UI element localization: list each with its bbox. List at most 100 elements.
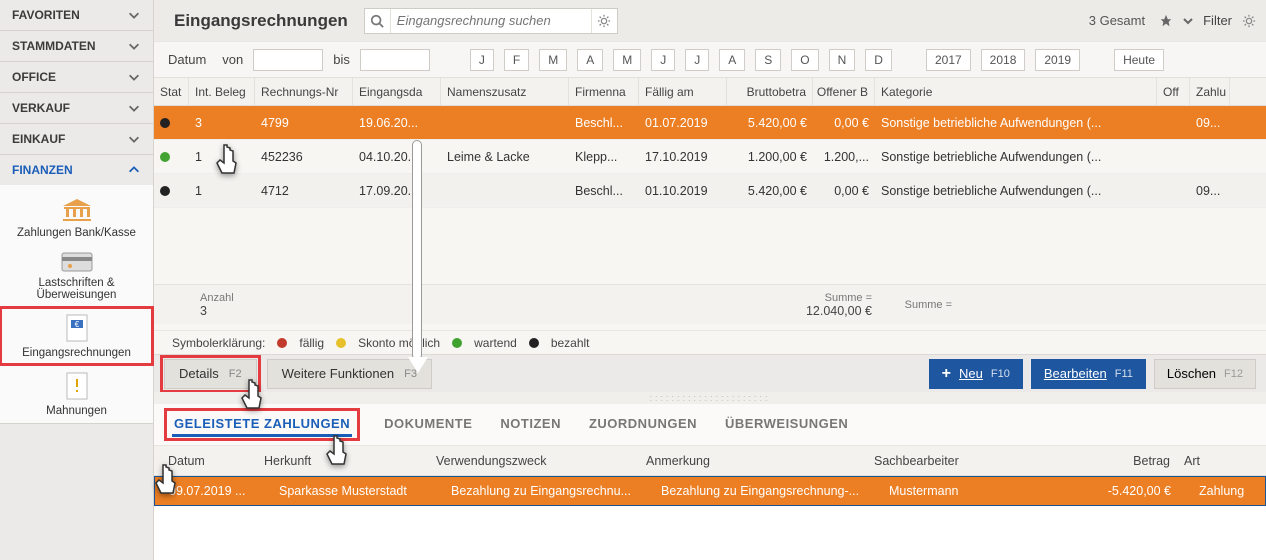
chevron-down-icon	[127, 101, 141, 115]
filter-settings-button[interactable]	[1242, 14, 1256, 28]
sidebar-group-verkauf[interactable]: VERKAUF	[0, 93, 153, 123]
filter-chevron[interactable]	[1183, 16, 1193, 26]
payment-row[interactable]: 09.07.2019 ... Sparkasse Musterstadt Bez…	[154, 476, 1266, 506]
tab-ueberweisungen[interactable]: ÜBERWEISUNGEN	[723, 416, 850, 434]
grid-row[interactable]: 1 452236 04.10.20... Leime & Lacke Klepp…	[154, 140, 1266, 174]
cell-brutto: 1.200,00 €	[727, 140, 813, 173]
cell-eing: 17.09.20...	[353, 174, 441, 207]
grid-body: 3 4799 19.06.20... Beschl... 01.07.2019 …	[154, 106, 1266, 330]
sidebar-item-label: Mahnungen	[46, 405, 107, 417]
col-int-beleg[interactable]: Int. Beleg	[189, 78, 255, 105]
cell-eing: 19.06.20...	[353, 106, 441, 139]
col-bruttobetrag[interactable]: Bruttobetra	[727, 78, 813, 105]
month-jun[interactable]: J	[651, 49, 675, 71]
plus-icon: +	[942, 365, 951, 383]
search-input[interactable]	[391, 13, 591, 28]
col-firmenname[interactable]: Firmenna	[569, 78, 639, 105]
month-nov[interactable]: N	[829, 49, 856, 71]
sidebar-group-favoriten[interactable]: FAVORITEN	[0, 0, 153, 30]
pcol-anmerkung[interactable]: Anmerkung	[646, 454, 874, 468]
date-to-input[interactable]	[360, 49, 430, 71]
col-rechnungs-nr[interactable]: Rechnungs-Nr	[255, 78, 353, 105]
status-dot-icon	[160, 152, 170, 162]
pcell-datum: 09.07.2019 ...	[155, 484, 265, 498]
bank-icon	[60, 197, 94, 223]
month-sep[interactable]: S	[755, 49, 781, 71]
pin-icon	[1159, 14, 1173, 28]
col-offener-betrag[interactable]: Offener B	[813, 78, 875, 105]
cell-faellig: 01.10.2019	[639, 174, 727, 207]
pcol-verwendungszweck[interactable]: Verwendungszweck	[436, 454, 646, 468]
action-bar: Details F2 Weitere Funktionen F3 + Neu F…	[154, 354, 1266, 392]
pcol-datum[interactable]: Datum	[154, 454, 264, 468]
sidebar-group-stammdaten[interactable]: STAMMDATEN	[0, 31, 153, 61]
pcol-herkunft[interactable]: Herkunft	[264, 454, 436, 468]
month-oct[interactable]: O	[791, 49, 818, 71]
sidebar-group-finanzen[interactable]: FINANZEN	[0, 155, 153, 185]
legend-dot-skonto-icon	[336, 338, 346, 348]
tab-notizen[interactable]: NOTIZEN	[498, 416, 563, 434]
details-button[interactable]: Details F2	[164, 359, 257, 389]
loeschen-button[interactable]: Löschen F12	[1154, 359, 1256, 389]
pane-resize-handle[interactable]: ::::::::::::::::::::::	[154, 392, 1266, 404]
chevron-down-icon	[127, 70, 141, 84]
sidebar-item-zahlungen-bank-kasse[interactable]: Zahlungen Bank/Kasse	[0, 191, 153, 245]
month-jul[interactable]: J	[685, 49, 709, 71]
grid-header: Stat Int. Beleg Rechnungs-Nr Eingangsda …	[154, 78, 1266, 106]
sidebar-group-einkauf[interactable]: EINKAUF	[0, 124, 153, 154]
cell-zahl: 09...	[1190, 174, 1230, 207]
year-2017[interactable]: 2017	[926, 49, 971, 71]
col-zahlung[interactable]: Zahlu	[1190, 78, 1230, 105]
cell-firm: Beschl...	[569, 174, 639, 207]
month-apr[interactable]: A	[577, 49, 603, 71]
col-eingangsdatum[interactable]: Eingangsda	[353, 78, 441, 105]
neu-button[interactable]: + Neu F10	[929, 359, 1023, 389]
col-namenszusatz[interactable]: Namenszusatz	[441, 78, 569, 105]
grid-row[interactable]: 1 4712 17.09.20... Beschl... 01.10.2019 …	[154, 174, 1266, 208]
col-off[interactable]: Off	[1157, 78, 1190, 105]
pcell-anm: Bezahlung zu Eingangsrechnung-...	[647, 484, 875, 498]
tab-zuordnungen[interactable]: ZUORDNUNGEN	[587, 416, 699, 434]
cell-brutto: 5.420,00 €	[727, 106, 813, 139]
pcol-sachbearbeiter[interactable]: Sachbearbeiter	[874, 454, 1076, 468]
col-kategorie[interactable]: Kategorie	[875, 78, 1157, 105]
month-jan[interactable]: J	[470, 49, 494, 71]
sidebar-item-mahnungen[interactable]: Mahnungen	[0, 365, 153, 423]
filter-label[interactable]: Filter	[1203, 13, 1232, 28]
month-dec[interactable]: D	[865, 49, 892, 71]
date-from-input[interactable]	[253, 49, 323, 71]
cell-zahl	[1190, 140, 1230, 173]
cell-kat: Sonstige betriebliche Aufwendungen (...	[875, 106, 1157, 139]
sidebar-item-eingangsrechnungen[interactable]: € Eingangsrechnungen	[0, 307, 153, 365]
cell-off2	[1157, 174, 1190, 207]
month-may[interactable]: M	[613, 49, 641, 71]
tab-geleistete-zahlungen[interactable]: GELEISTETE ZAHLUNGEN	[172, 416, 352, 437]
bearbeiten-button[interactable]: Bearbeiten F11	[1031, 359, 1146, 389]
month-feb[interactable]: F	[504, 49, 529, 71]
sidebar-item-lastschriften-ueberweisungen[interactable]: Lastschriften & Überweisungen	[0, 245, 153, 307]
tab-dokumente[interactable]: DOKUMENTE	[382, 416, 474, 434]
legend-dot-bezahlt-icon	[529, 338, 539, 348]
pcol-art[interactable]: Art	[1184, 454, 1264, 468]
month-mar[interactable]: M	[539, 49, 567, 71]
legend-dot-wartend-icon	[452, 338, 462, 348]
legend-dot-faellig-icon	[277, 338, 287, 348]
weitere-funktionen-button[interactable]: Weitere Funktionen F3	[267, 359, 432, 389]
col-status[interactable]: Stat	[154, 78, 189, 105]
col-faellig-am[interactable]: Fällig am	[639, 78, 727, 105]
page-title: Eingangsrechnungen	[174, 11, 348, 31]
grid-row[interactable]: 3 4799 19.06.20... Beschl... 01.07.2019 …	[154, 106, 1266, 140]
month-aug[interactable]: A	[719, 49, 745, 71]
year-2018[interactable]: 2018	[981, 49, 1026, 71]
pcell-herkunft: Sparkasse Musterstadt	[265, 484, 437, 498]
sidebar-group-office[interactable]: OFFICE	[0, 62, 153, 92]
neu-hotkey: F10	[991, 368, 1010, 380]
pcol-betrag[interactable]: Betrag	[1076, 454, 1184, 468]
anzahl-value: 3	[200, 304, 276, 318]
search-button[interactable]	[365, 9, 391, 33]
legend-skonto: Skonto möglich	[358, 336, 440, 350]
pin-button[interactable]	[1159, 14, 1173, 28]
search-settings-button[interactable]	[591, 9, 617, 33]
today-button[interactable]: Heute	[1114, 49, 1164, 71]
year-2019[interactable]: 2019	[1035, 49, 1080, 71]
